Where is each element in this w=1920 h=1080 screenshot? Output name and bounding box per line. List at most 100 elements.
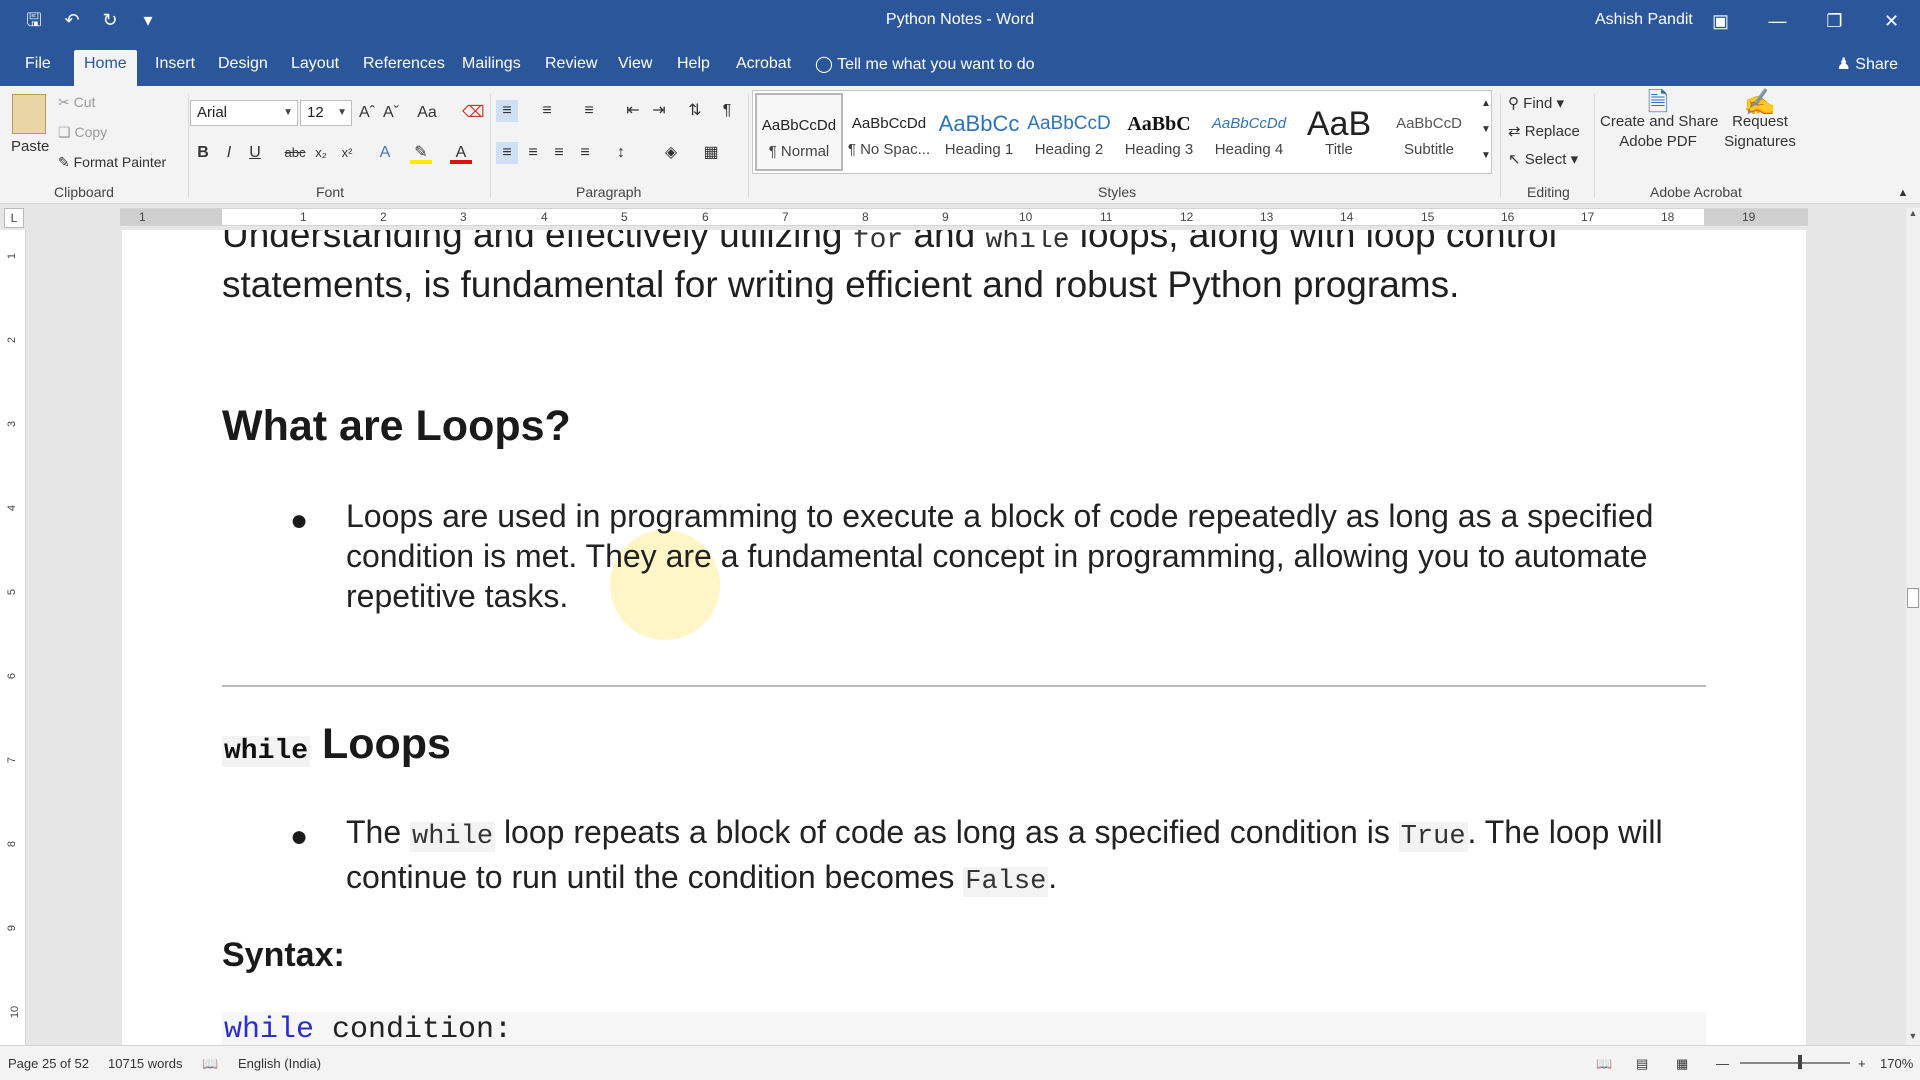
ruler-number: 6 xyxy=(702,210,709,224)
tab-layout[interactable]: Layout xyxy=(281,52,349,86)
code-block: while condition: xyxy=(222,1012,1706,1045)
multilevel-list-icon[interactable]: ≡ xyxy=(578,100,600,122)
style-subtitle[interactable]: AaBbCcD Subtitle xyxy=(1385,93,1473,171)
paragraph-group-label: Paragraph xyxy=(576,184,642,200)
scroll-down-icon[interactable]: ▼ xyxy=(1906,1031,1920,1045)
underline-icon[interactable]: U xyxy=(244,142,266,164)
style-heading-1[interactable]: AaBbCc Heading 1 xyxy=(935,93,1023,171)
tab-help[interactable]: Help xyxy=(667,52,720,86)
superscript-icon[interactable]: x² xyxy=(336,142,358,164)
document-page[interactable]: Understanding and effectively utilizing … xyxy=(122,230,1806,1045)
request-signatures-button[interactable]: ✍ Request Signatures xyxy=(1722,89,1798,152)
style-heading-4[interactable]: AaBbCcDd Heading 4 xyxy=(1205,93,1293,171)
styles-scroll-down-icon[interactable]: ▼ xyxy=(1475,119,1497,141)
share-button[interactable]: ♟ Share xyxy=(1837,54,1899,74)
grow-font-icon[interactable]: Aˆ xyxy=(356,102,378,124)
line-spacing-icon[interactable]: ↕ xyxy=(610,142,632,164)
pilcrow-icon[interactable]: ¶ xyxy=(716,100,738,122)
styles-scroll-up-icon[interactable]: ▲ xyxy=(1475,93,1497,115)
style-heading-2[interactable]: AaBbCcD Heading 2 xyxy=(1025,93,1113,171)
align-left-icon[interactable]: ≡ xyxy=(496,142,518,164)
scroll-up-icon[interactable]: ▲ xyxy=(1906,208,1920,222)
replace-button[interactable]: ⇄ Replace xyxy=(1508,122,1580,140)
style-no-spacing[interactable]: AaBbCcDd ¶ No Spac... xyxy=(845,93,933,171)
web-layout-icon[interactable]: ▦ xyxy=(1676,1056,1688,1072)
ruler-number: 3 xyxy=(460,210,467,224)
tab-file[interactable]: File xyxy=(15,52,61,86)
change-case-icon[interactable]: Aa xyxy=(416,102,438,124)
read-mode-icon[interactable]: 📖 xyxy=(1596,1056,1612,1072)
tab-acrobat[interactable]: Acrobat xyxy=(726,52,801,86)
borders-icon[interactable]: ▦ xyxy=(700,142,722,164)
bullets-icon[interactable]: ≡ xyxy=(496,100,518,122)
styles-more-icon[interactable]: ▼ xyxy=(1475,145,1497,167)
copy-button[interactable]: ❏ Copy xyxy=(58,124,107,141)
ruler-number: 5 xyxy=(621,210,628,224)
zoom-slider-thumb[interactable] xyxy=(1798,1055,1802,1069)
close-icon[interactable]: ✕ xyxy=(1863,0,1920,42)
zoom-level[interactable]: 170% xyxy=(1880,1056,1913,1071)
user-name[interactable]: Ashish Pandit xyxy=(1595,11,1693,29)
collapse-ribbon-icon[interactable]: ▲ xyxy=(1892,182,1914,204)
tab-view[interactable]: View xyxy=(608,52,662,86)
tab-mailings[interactable]: Mailings xyxy=(452,52,531,86)
ribbon-display-options-icon[interactable]: ▣ xyxy=(1692,0,1749,42)
align-right-icon[interactable]: ≡ xyxy=(548,142,570,164)
bold-icon[interactable]: B xyxy=(192,142,214,164)
tab-insert[interactable]: Insert xyxy=(145,52,205,86)
while-paragraph: The while loop repeats a block of code a… xyxy=(346,812,1766,902)
sort-icon[interactable]: ⇅ xyxy=(684,100,706,122)
word-count[interactable]: 10715 words xyxy=(108,1056,182,1071)
shrink-font-icon[interactable]: Aˇ xyxy=(380,102,402,124)
tab-home[interactable]: Home xyxy=(74,50,137,86)
format-painter-button[interactable]: ✎ Format Painter xyxy=(58,154,166,171)
increase-indent-icon[interactable]: ⇥ xyxy=(648,100,670,122)
find-button[interactable]: ⚲ Find ▾ xyxy=(1508,94,1564,112)
create-share-pdf-button[interactable]: 🗎 Create and Share Adobe PDF xyxy=(1600,89,1718,152)
vertical-scrollbar[interactable]: ▲ ▼ xyxy=(1906,208,1920,1045)
font-name-select[interactable]: Arial ▼ xyxy=(190,100,298,126)
page-count[interactable]: Page 25 of 52 xyxy=(8,1056,89,1071)
font-color-icon[interactable]: A xyxy=(450,142,472,164)
paste-icon[interactable] xyxy=(12,94,46,134)
proofing-icon[interactable]: 📖 xyxy=(202,1056,218,1072)
style-title[interactable]: AaB Title xyxy=(1295,93,1383,171)
document-area: Understanding and effectively utilizing … xyxy=(26,230,1906,1045)
minimize-icon[interactable]: — xyxy=(1749,0,1806,42)
decrease-indent-icon[interactable]: ⇤ xyxy=(622,100,644,122)
paintbrush-icon: ✎ xyxy=(58,154,70,170)
strikethrough-icon[interactable]: abc xyxy=(284,142,306,164)
clear-formatting-icon[interactable]: ⌫ xyxy=(462,102,485,124)
request-line1: Request xyxy=(1732,113,1788,130)
vertical-ruler[interactable]: 1 2 3 4 5 6 7 8 9 10 xyxy=(0,230,26,1045)
zoom-out-icon[interactable]: — xyxy=(1716,1056,1729,1071)
zoom-in-icon[interactable]: + xyxy=(1858,1056,1866,1071)
intro-line-1: Understanding and effectively utilizing … xyxy=(222,230,1557,256)
restore-icon[interactable]: ❐ xyxy=(1806,0,1863,42)
tell-me-box[interactable]: ◯ Tell me what you want to do xyxy=(815,54,1035,74)
language[interactable]: English (India) xyxy=(238,1056,321,1071)
code-text: condition: xyxy=(314,1013,513,1045)
zoom-slider[interactable] xyxy=(1740,1062,1850,1064)
highlight-icon[interactable]: ✎ xyxy=(410,142,432,164)
tab-design[interactable]: Design xyxy=(208,52,278,86)
italic-icon[interactable]: I xyxy=(218,142,240,164)
select-button[interactable]: ↖ Select ▾ xyxy=(1508,150,1578,168)
tab-selector[interactable]: L xyxy=(4,208,24,228)
numbering-icon[interactable]: ≡ xyxy=(536,100,558,122)
scroll-thumb[interactable] xyxy=(1907,588,1919,608)
justify-icon[interactable]: ≡ xyxy=(574,142,596,164)
text-effects-icon[interactable]: A xyxy=(374,142,396,164)
style-normal[interactable]: AaBbCcDd ¶ Normal xyxy=(755,93,843,171)
subscript-icon[interactable]: x₂ xyxy=(310,142,332,164)
cut-button[interactable]: ✂ Cut xyxy=(58,94,95,111)
font-size-select[interactable]: 12 ▼ xyxy=(300,100,352,126)
style-heading-3[interactable]: AaBbC Heading 3 xyxy=(1115,93,1203,171)
horizontal-ruler[interactable]: 1 1 2 3 4 5 6 7 8 9 10 11 12 13 14 15 16… xyxy=(120,208,1808,226)
paste-button[interactable]: Paste xyxy=(11,138,49,155)
align-center-icon[interactable]: ≡ xyxy=(522,142,544,164)
shading-icon[interactable]: ◈ xyxy=(660,142,682,164)
tab-references[interactable]: References xyxy=(353,52,455,86)
print-layout-icon[interactable]: ▤ xyxy=(1636,1056,1648,1072)
tab-review[interactable]: Review xyxy=(535,52,607,86)
